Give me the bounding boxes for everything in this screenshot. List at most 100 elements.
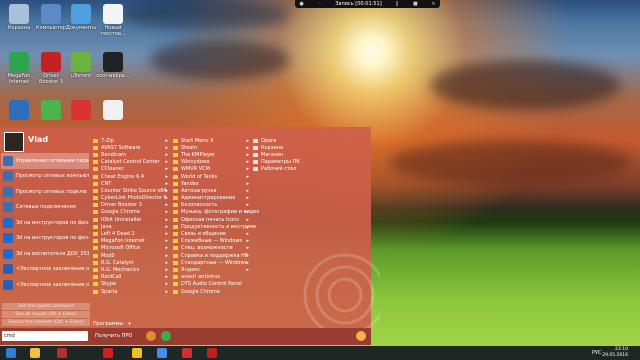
file-explorer-icon[interactable] (30, 348, 40, 358)
chrome-icon[interactable] (157, 348, 167, 358)
desktop-icon[interactable]: Компьютер (34, 4, 68, 31)
menu-item[interactable]: Администрирование ▸ (173, 195, 251, 202)
menu-item[interactable]: Магазин (253, 151, 331, 158)
power-icon[interactable] (161, 331, 171, 341)
recent-item[interactable]: 3d на инструкторов по физ-р (1, 231, 89, 247)
desktop-icon[interactable]: Driver Booster 3 (34, 52, 68, 85)
menu-item[interactable]: 7-Zip ▸ (93, 137, 170, 144)
menu-item[interactable]: Winnydows ▸ (173, 159, 251, 166)
desktop-icon[interactable]: Новый текстов... (96, 4, 130, 37)
recorder-close-icon[interactable]: × (431, 1, 436, 7)
menu-item[interactable]: WMVR VCM ▸ (173, 166, 251, 173)
menu-item[interactable]: Музыка, фотографии и видео ▸ (173, 209, 259, 216)
folder-icon (173, 138, 178, 143)
recorder-icon[interactable] (207, 348, 217, 358)
recorder-stop-icon[interactable]: ■ (413, 1, 418, 7)
menu-item[interactable]: Driver Booster 3 ▸ (93, 202, 170, 209)
recent-item[interactable]: <Экспертное заключение н (1, 277, 89, 293)
menu-item[interactable]: RaidCall ▸ (93, 274, 170, 281)
menu-item[interactable]: Связь и общение ▸ (173, 230, 251, 237)
recorder-settings-icon[interactable]: ◦ (317, 1, 322, 7)
menu-item[interactable]: Catalyst Control Center ▸ (93, 159, 170, 166)
menu-item[interactable]: Офисная печать Icons ▸ (173, 216, 251, 223)
user-block[interactable]: Vlad (2, 130, 90, 152)
recent-item[interactable]: Просмотр сетевых компьют (1, 169, 89, 185)
menu-item[interactable]: avast! antivirus (173, 274, 251, 281)
menu-item[interactable]: Mod0 ▸ (93, 252, 170, 259)
language-indicator[interactable]: РУС (592, 350, 602, 356)
recorder-pause-icon[interactable]: ‖ (395, 1, 400, 7)
recent-item[interactable]: Сетевые подключения (1, 200, 89, 216)
get-pro-link[interactable]: Получить ПРО (95, 333, 132, 339)
desktop-icon[interactable] (96, 100, 130, 121)
recent-item[interactable]: Просмотр сетевых подклю (1, 184, 89, 200)
opera-icon[interactable] (103, 348, 113, 358)
desktop-icon[interactable]: cool-wallpa... (96, 52, 130, 79)
menu-item[interactable]: Автозагрузка ▸ (173, 187, 251, 194)
menu-item[interactable]: Служебные — Windows ▸ (173, 238, 251, 245)
menu-item[interactable]: Yandex ▸ (173, 180, 251, 187)
menu-item[interactable]: Bandicam ▸ (93, 151, 170, 158)
menu-item[interactable]: CCleaner ▸ (93, 166, 170, 173)
menu-item[interactable]: World of Tanks ▸ (173, 173, 251, 180)
menu-item[interactable]: Opera (253, 137, 331, 144)
menu-item[interactable]: CNT ▸ (93, 180, 170, 187)
menu-item[interactable]: Google Chrome ▸ (93, 209, 170, 216)
plus-icon[interactable]: + (127, 321, 131, 327)
search-hint[interactable]: Run the typed command (2, 303, 90, 310)
recent-item[interactable]: 3d на инструкторов по физ-р (1, 215, 89, 231)
menu-item[interactable]: Яндекс ▸ (173, 266, 251, 273)
desktop-icon[interactable] (64, 100, 98, 121)
clock[interactable]: 23:10 29.05.2016 (602, 347, 628, 359)
desktop-icon[interactable] (2, 100, 36, 121)
menu-item[interactable]: Стандартные — Windows ▸ (173, 259, 251, 266)
programs-button[interactable]: Программы + (93, 321, 132, 327)
lock-icon[interactable] (146, 331, 156, 341)
menu-item[interactable]: Корзина (253, 144, 331, 151)
menu-item[interactable]: Безопасность ▸ (173, 202, 251, 209)
desktop-icon[interactable] (34, 100, 68, 121)
desktop-icon[interactable]: Корзина (2, 4, 36, 31)
menu-item[interactable]: R.G. Catalyst ▸ (93, 259, 170, 266)
menu-item[interactable]: Параметры ПК (253, 159, 331, 166)
avatar[interactable] (4, 132, 24, 152)
gear-icon[interactable] (356, 331, 366, 341)
menu-item[interactable]: AVAST Software ▸ (93, 144, 170, 151)
menu-item[interactable]: Sparta ▸ (93, 288, 170, 295)
folder-icon (93, 174, 98, 179)
menu-item[interactable]: Counter Strike Source v84 ▸ (93, 187, 170, 194)
yandex-icon[interactable] (132, 348, 142, 358)
menu-item[interactable]: Справка и поддержка HP ▸ (173, 252, 251, 259)
menu-item[interactable]: The KMPlayer ▸ (173, 151, 251, 158)
menu-item[interactable]: Java ▸ (93, 223, 170, 230)
recorder-mic-icon[interactable]: ● (299, 1, 304, 7)
winrar-icon[interactable] (57, 348, 67, 358)
search-input[interactable] (2, 331, 88, 341)
menu-item[interactable]: Skype ▸ (93, 281, 170, 288)
menu-item[interactable]: R.G. Mechanics ▸ (93, 266, 170, 273)
menu-item[interactable]: Left 4 Dead 2 ▸ (93, 230, 170, 237)
desktop-icon[interactable]: Документы (64, 4, 98, 31)
opera-browser-icon[interactable] (182, 348, 192, 358)
recent-item[interactable]: Управление сетевыми парам (1, 153, 89, 169)
menu-item[interactable]: Рабочий стол (253, 166, 331, 173)
windows-start-icon[interactable] (6, 348, 16, 358)
menu-item[interactable]: IObit Uninstaller ▸ (93, 216, 170, 223)
search-hint[interactable]: Search the Internet (Ctrl + Enter) (2, 319, 90, 326)
desktop-icon[interactable]: uTorrent (64, 52, 98, 79)
menu-item[interactable]: Google Chrome (173, 288, 251, 295)
desktop-icon[interactable]: MegaFon Internet (2, 52, 36, 85)
menu-item[interactable]: Спец. возможности ▸ (173, 245, 251, 252)
menu-item[interactable]: Start Menu X ▸ (173, 137, 251, 144)
menu-item[interactable]: Продуктивность и инструме ▸ (173, 223, 256, 230)
menu-item[interactable]: DTS Audio Control Panel (173, 281, 251, 288)
search-hint[interactable]: See all results (Alt + Enter) (2, 311, 90, 318)
menu-item[interactable]: Steam ▸ (173, 144, 251, 151)
submenu-arrow-icon: ▸ (246, 159, 249, 166)
recent-item[interactable]: <Экспертное заключение н (1, 262, 89, 278)
menu-item[interactable]: CyberLink PhotoDirector 6 ▸ (93, 195, 170, 202)
menu-item[interactable]: MegaFon Internet ▸ (93, 238, 170, 245)
recent-item[interactable]: 3d на воспитателя ДОУ_201 (1, 246, 89, 262)
menu-item[interactable]: Cheat Engine 6.4 ▸ (93, 173, 170, 180)
menu-item[interactable]: Microsoft Office ▸ (93, 245, 170, 252)
